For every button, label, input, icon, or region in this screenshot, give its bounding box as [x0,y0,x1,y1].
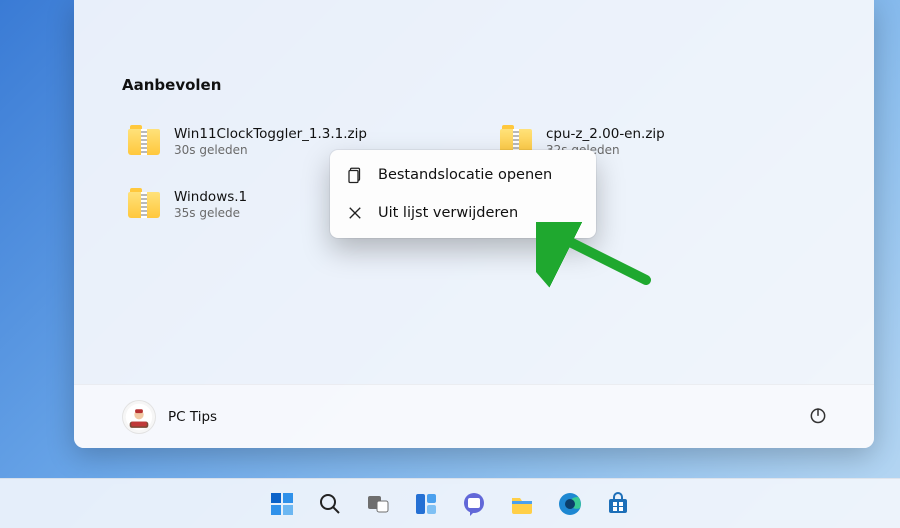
zip-folder-icon [128,192,160,218]
taskbar-task-view-button[interactable] [358,484,398,524]
context-menu: Bestandslocatie openen Uit lijst verwijd… [330,150,596,238]
recommended-item-name: Windows.1 [174,189,247,205]
menu-remove-from-list[interactable]: Uit lijst verwijderen [336,194,590,232]
taskbar-search-button[interactable] [310,484,350,524]
recommended-item-time: 35s gelede [174,206,247,220]
taskbar-store-button[interactable] [598,484,638,524]
recommended-item-name: Win11ClockToggler_1.3.1.zip [174,126,367,142]
close-icon [346,204,364,222]
recommended-item-name: cpu-z_2.00-en.zip [546,126,665,142]
user-avatar [122,400,156,434]
taskbar-widgets-button[interactable] [406,484,446,524]
zip-folder-icon [128,129,160,155]
power-button[interactable] [802,399,834,435]
start-footer: PC Tips [74,384,874,448]
menu-item-label: Uit lijst verwijderen [378,205,518,221]
user-account-button[interactable]: PC Tips [122,400,217,434]
desktop: Aanbevolen Win11ClockToggler_1.3.1.zip 3… [0,0,900,528]
user-name: PC Tips [168,409,217,425]
menu-item-label: Bestandslocatie openen [378,167,552,183]
recommended-heading: Aanbevolen [74,76,874,94]
taskbar-start-button[interactable] [262,484,302,524]
taskbar [0,478,900,528]
taskbar-chat-button[interactable] [454,484,494,524]
start-menu-panel: Aanbevolen Win11ClockToggler_1.3.1.zip 3… [74,0,874,448]
taskbar-file-explorer-button[interactable] [502,484,542,524]
recommended-item-text: Windows.1 35s gelede [174,189,247,220]
menu-open-file-location[interactable]: Bestandslocatie openen [336,156,590,194]
taskbar-edge-button[interactable] [550,484,590,524]
file-location-icon [346,166,364,184]
